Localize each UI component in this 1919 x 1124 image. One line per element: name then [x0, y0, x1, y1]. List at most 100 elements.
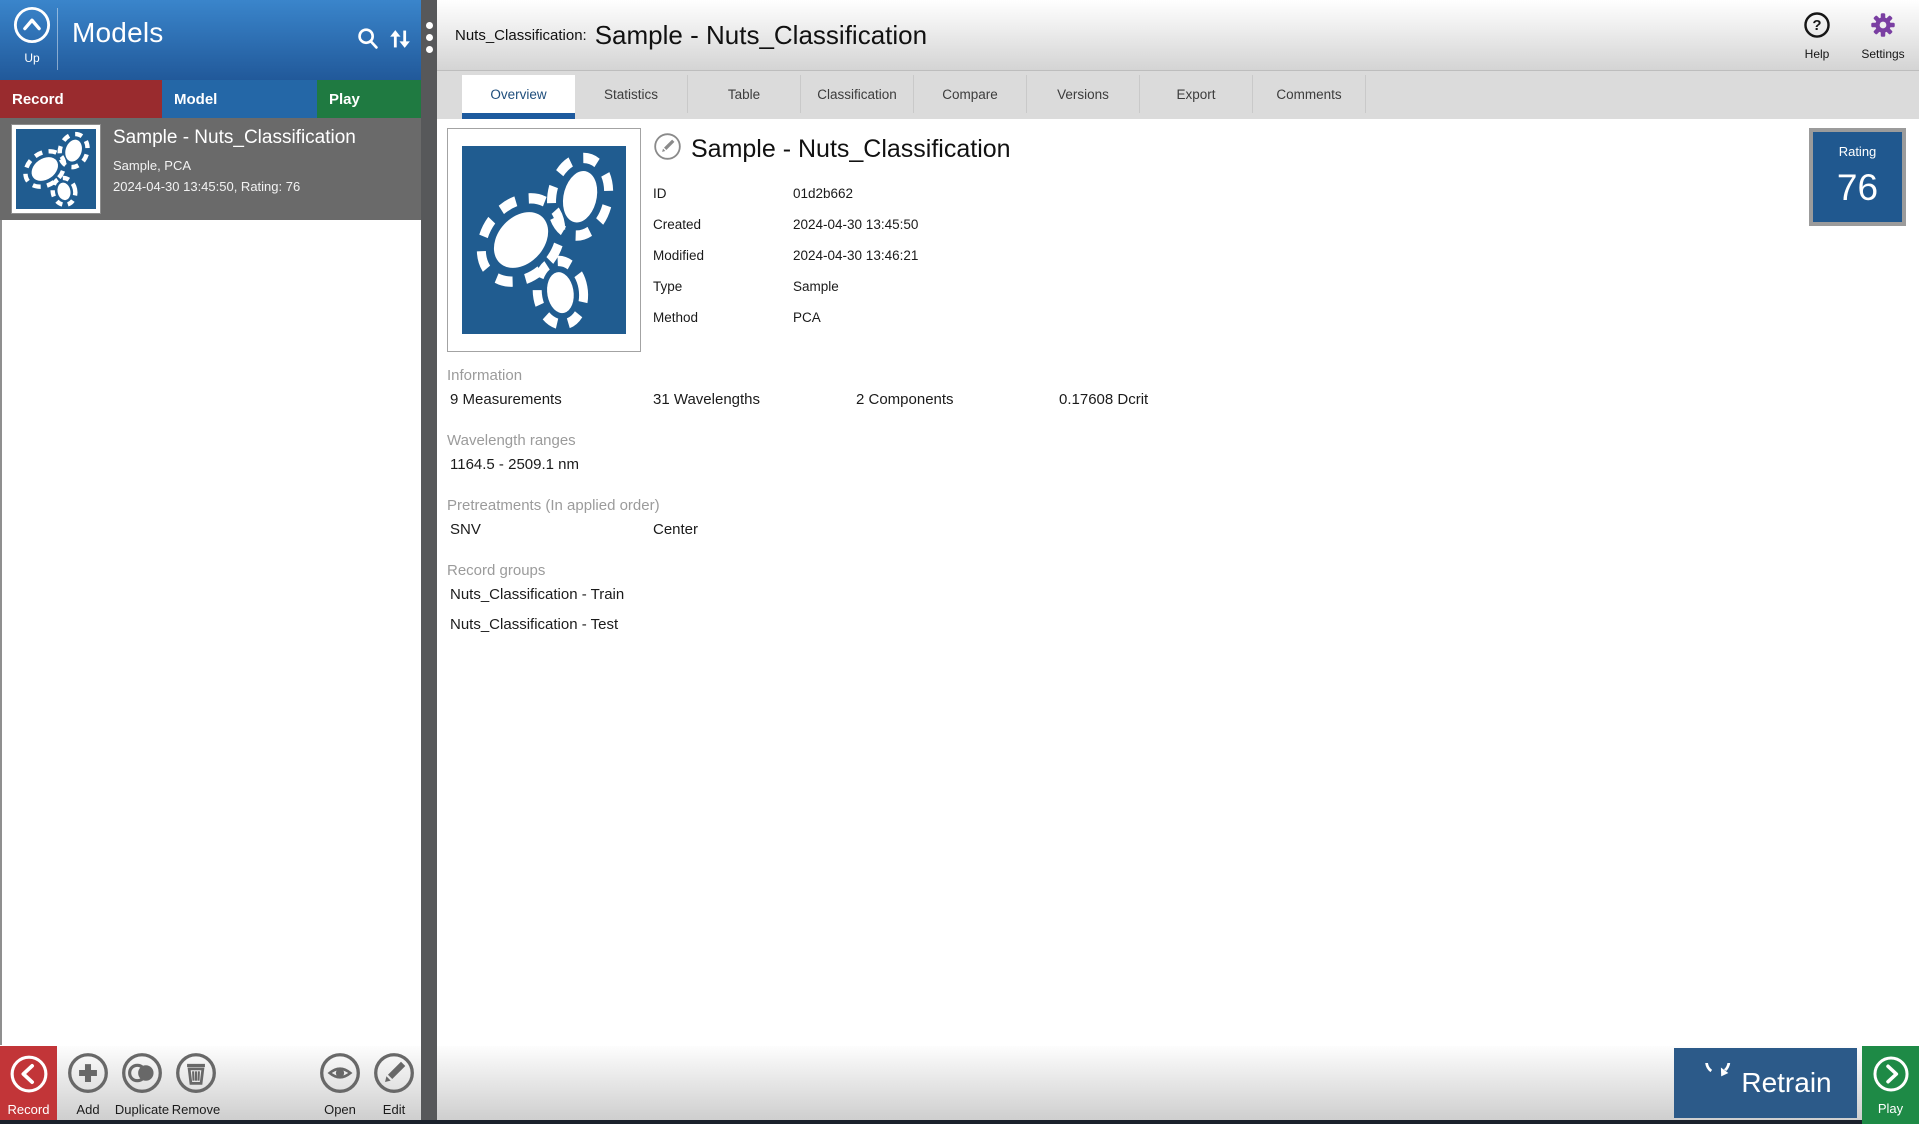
list-item[interactable]: Sample - Nuts_Classification Sample, PCA… [0, 118, 421, 213]
record-groups-values: Nuts_Classification - Train Nuts_Classif… [447, 586, 1919, 646]
open-button[interactable]: Open [313, 1051, 367, 1117]
play-circle-icon [1872, 1055, 1910, 1098]
tab-bar: Overview Statistics Table Classification… [437, 71, 1919, 119]
duplicate-icon [120, 1051, 164, 1100]
sidebar-tab-play[interactable]: Play [317, 80, 421, 118]
breadcrumb-context: Nuts_Classification: [455, 27, 587, 44]
remove-label: Remove [172, 1102, 220, 1117]
duplicate-label: Duplicate [115, 1102, 169, 1117]
tab-table[interactable]: Table [688, 75, 801, 119]
field-label: Type [653, 279, 793, 294]
sidebar-tab-model[interactable]: Model [162, 80, 317, 118]
pretreatment-2: Center [650, 521, 853, 547]
edit-label: Edit [383, 1102, 405, 1117]
rating-badge: Rating 76 [1809, 128, 1906, 226]
sidebar-panel-title: Models [72, 17, 163, 49]
app-window: Up Models [0, 0, 1919, 1124]
main-panel: Nuts_Classification: Sample - Nuts_Class… [437, 0, 1919, 1124]
information-values: 9 Measurements 31 Wavelengths 2 Componen… [447, 391, 1919, 417]
model-list-selection: Sample - Nuts_Classification Sample, PCA… [0, 118, 421, 220]
sidebar-tab-play-label: Play [329, 91, 360, 108]
tab-compare[interactable]: Compare [914, 75, 1027, 119]
tab-statistics[interactable]: Statistics [575, 75, 688, 119]
edit-title-icon[interactable] [653, 132, 682, 166]
tab-versions[interactable]: Versions [1027, 75, 1140, 119]
plus-icon [66, 1051, 110, 1100]
search-icon[interactable] [353, 24, 383, 54]
window-bottom-edge [0, 1120, 1919, 1124]
list-item-subtitle: Sample, PCA [113, 158, 356, 173]
tab-comments-label: Comments [1253, 75, 1366, 113]
tab-versions-label: Versions [1027, 75, 1140, 113]
tab-comments[interactable]: Comments [1253, 75, 1366, 119]
model-fields: ID01d2b662 Created2024-04-30 13:45:50 Mo… [653, 178, 1011, 333]
retrain-label: Retrain [1741, 1067, 1831, 1099]
play-button[interactable]: Play [1862, 1046, 1919, 1124]
retrain-button[interactable]: Retrain [1674, 1048, 1857, 1118]
tab-classification-label: Classification [801, 75, 914, 113]
trash-icon [174, 1051, 218, 1100]
tab-overview-label: Overview [462, 75, 575, 113]
field-value: 2024-04-30 13:46:21 [793, 248, 918, 263]
sidebar-tab-record[interactable]: Record [0, 80, 162, 118]
wavelength-ranges-values: 1164.5 - 2509.1 nm [447, 456, 1919, 482]
help-icon: ? [1802, 10, 1832, 45]
duplicate-button[interactable]: Duplicate [115, 1051, 169, 1117]
pretreatments-values: SNV Center [447, 521, 1919, 547]
section-heading-information: Information [447, 367, 1919, 384]
svg-text:?: ? [1812, 17, 1821, 34]
field-value: 2024-04-30 13:45:50 [793, 217, 918, 232]
info-wavelengths: 31 Wavelengths [650, 391, 853, 417]
section-heading-record-groups: Record groups [447, 562, 1919, 579]
settings-button[interactable]: Settings [1857, 10, 1909, 61]
rating-value: 76 [1813, 167, 1902, 209]
pretreatment-1: SNV [447, 521, 650, 547]
chevron-left-icon [9, 1054, 49, 1099]
chevron-up-icon [13, 6, 51, 49]
help-button[interactable]: ? Help [1791, 10, 1843, 61]
pencil-icon [372, 1051, 416, 1100]
sidebar-header: Up Models [0, 0, 421, 80]
help-label: Help [1805, 47, 1830, 61]
nuts-model-image [462, 146, 626, 334]
info-measurements: 9 Measurements [447, 391, 650, 417]
sidebar: Up Models [0, 0, 421, 1124]
sort-icon[interactable] [385, 24, 415, 54]
model-image-frame [447, 128, 641, 352]
header-divider [57, 8, 58, 70]
info-dcrit: 0.17608 Dcrit [1056, 391, 1259, 417]
tab-statistics-label: Statistics [575, 75, 688, 113]
record-group-test: Nuts_Classification - Test [447, 616, 1919, 646]
tab-table-label: Table [688, 75, 801, 113]
section-heading-pretreatments: Pretreatments (In applied order) [447, 497, 1919, 514]
open-label: Open [324, 1102, 356, 1117]
gear-icon [1868, 10, 1898, 45]
eye-icon [318, 1051, 362, 1100]
rating-label: Rating [1813, 144, 1902, 159]
tab-overview[interactable]: Overview [462, 75, 575, 119]
page-title: Sample - Nuts_Classification [595, 20, 927, 51]
sidebar-tab-record-label: Record [12, 91, 64, 108]
tab-export-label: Export [1140, 75, 1253, 113]
tab-compare-label: Compare [914, 75, 1027, 113]
main-toolbar: Retrain Play [437, 1045, 1919, 1124]
play-label: Play [1878, 1101, 1903, 1116]
field-label: Modified [653, 248, 793, 263]
panel-splitter[interactable] [421, 0, 437, 1124]
add-button[interactable]: Add [61, 1051, 115, 1117]
refresh-icon [1699, 1063, 1733, 1104]
record-back-label: Record [8, 1102, 50, 1117]
record-back-button[interactable]: Record [0, 1046, 57, 1124]
model-list-empty-area [0, 220, 421, 1045]
field-value: Sample [793, 279, 839, 294]
settings-label: Settings [1861, 47, 1904, 61]
section-heading-wavelength-ranges: Wavelength ranges [447, 432, 1919, 449]
field-label: ID [653, 186, 793, 201]
tab-export[interactable]: Export [1140, 75, 1253, 119]
tab-classification[interactable]: Classification [801, 75, 914, 119]
model-title: Sample - Nuts_Classification [691, 135, 1011, 164]
up-button[interactable]: Up [8, 6, 56, 74]
edit-button[interactable]: Edit [367, 1051, 421, 1117]
remove-button[interactable]: Remove [169, 1051, 223, 1117]
field-value: 01d2b662 [793, 186, 853, 201]
